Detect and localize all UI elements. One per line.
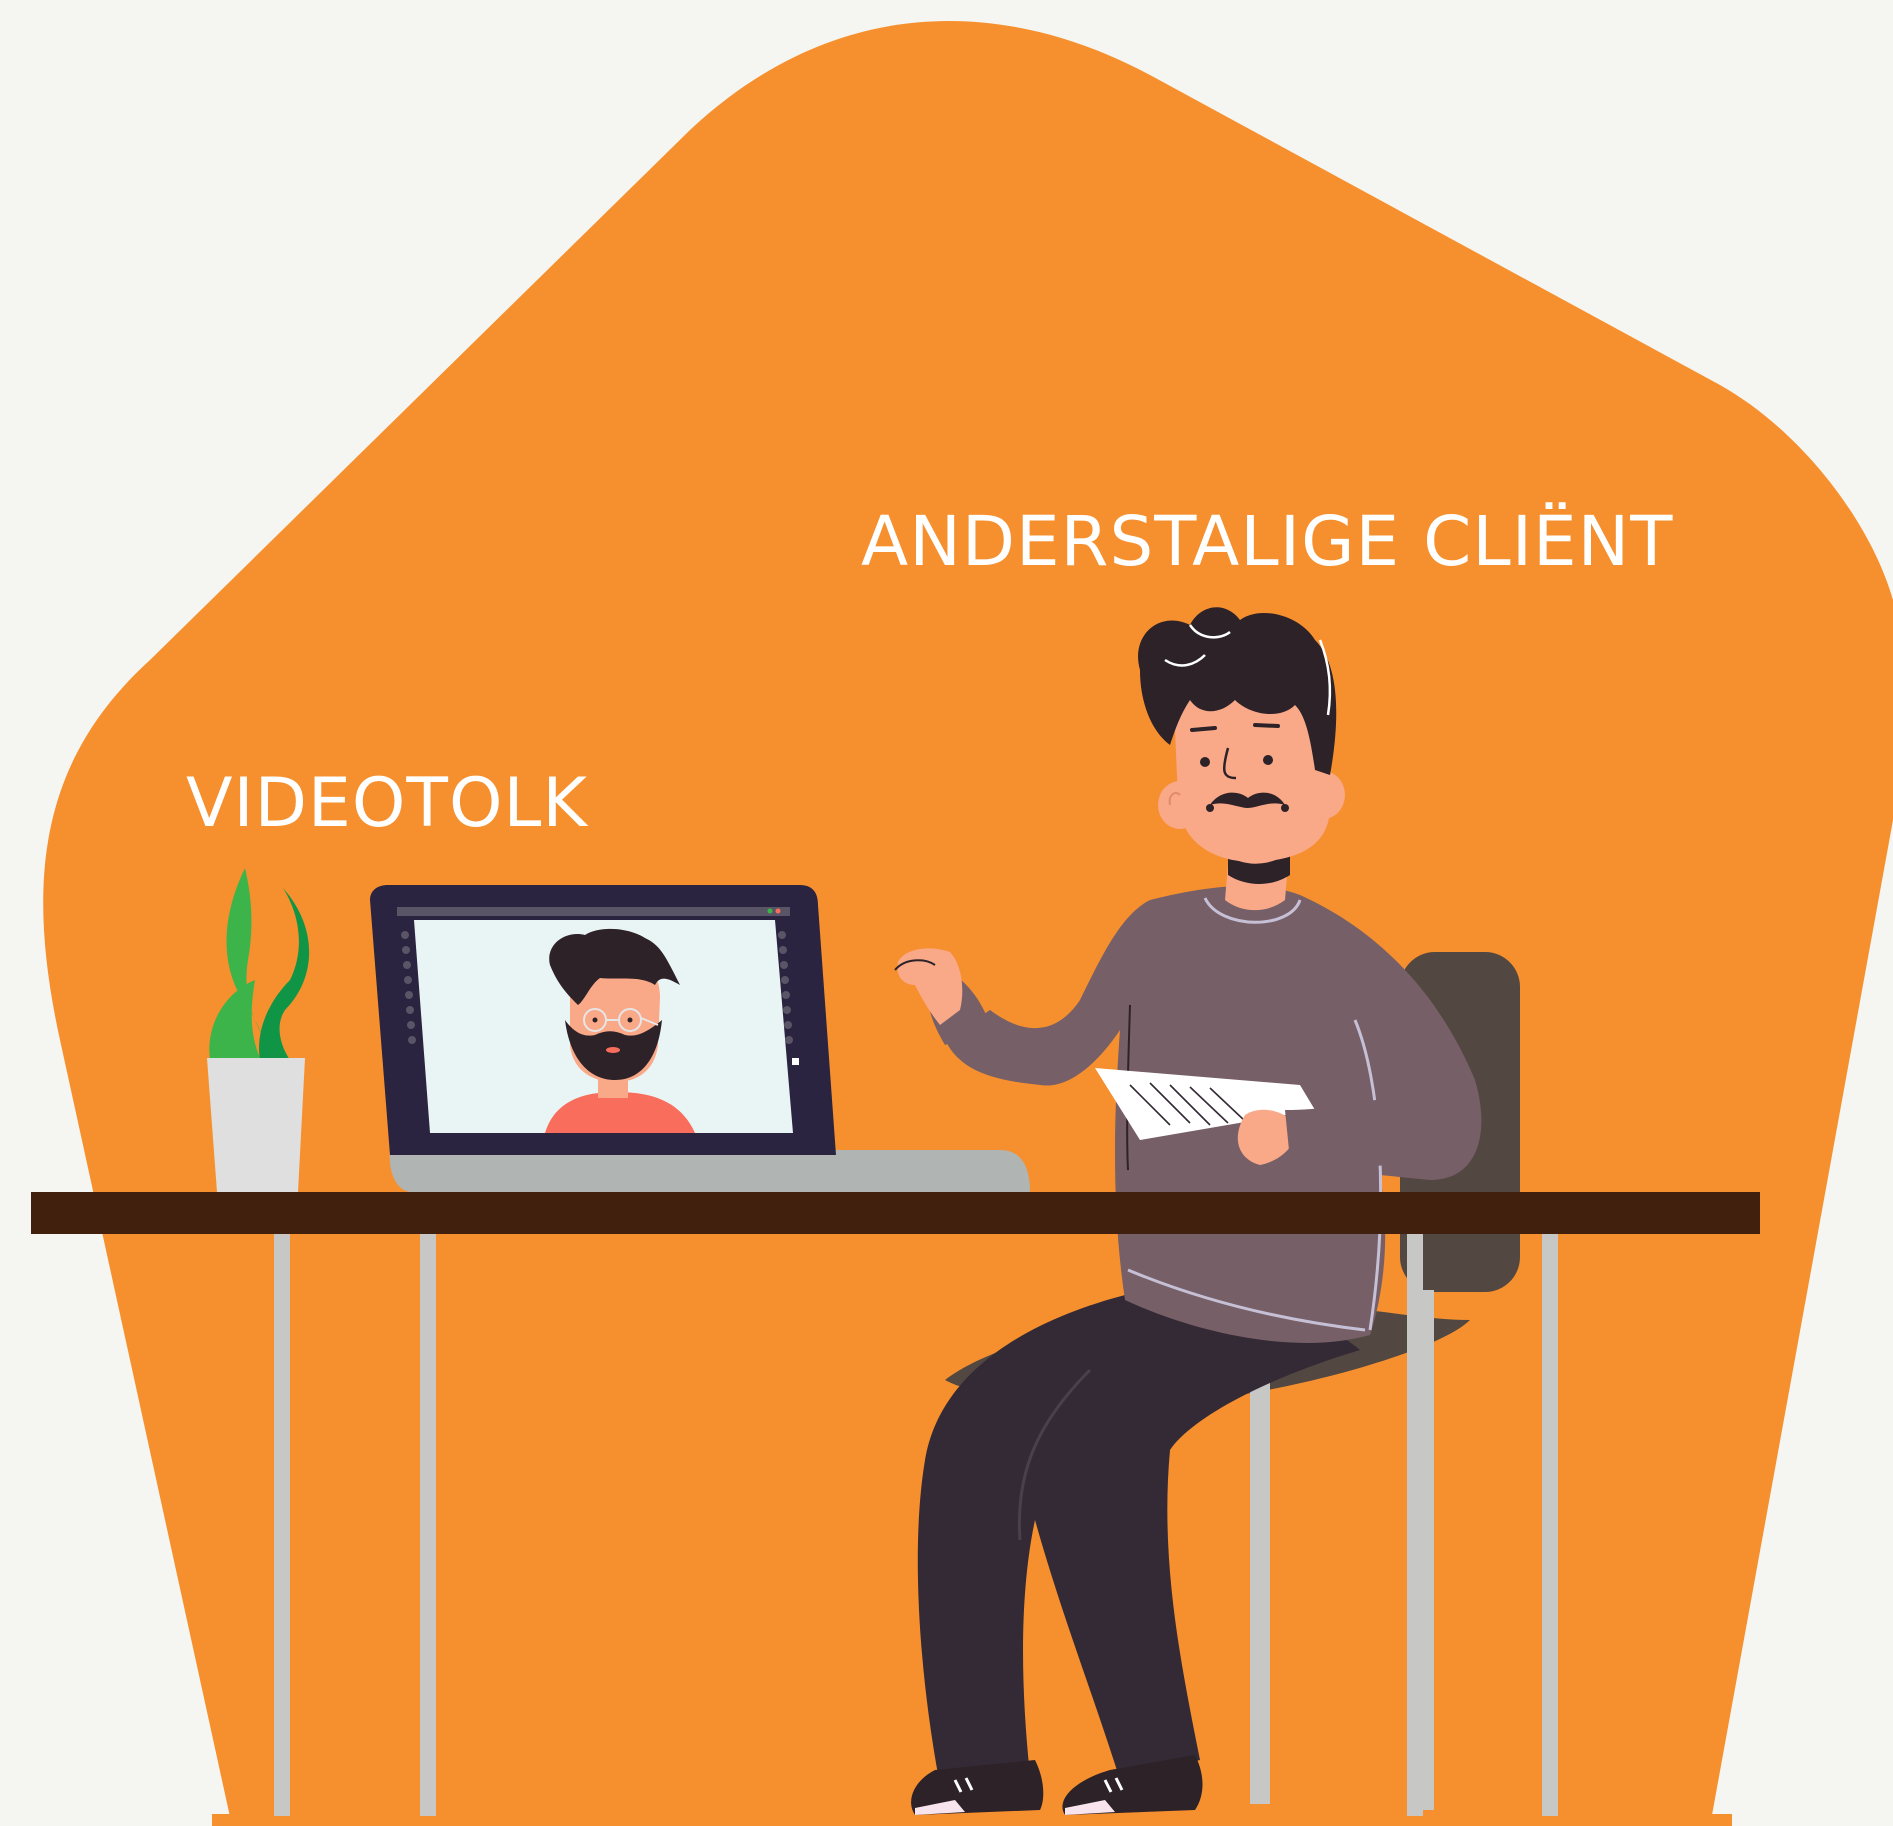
plant-pot bbox=[207, 1058, 305, 1192]
scene-illustration bbox=[31, 21, 1893, 1826]
client-label: ANDERSTALIGE CLIËNT bbox=[861, 502, 1674, 582]
videotolk-label: VIDEOTOLK bbox=[186, 764, 588, 843]
desk-leg-4 bbox=[1542, 1234, 1558, 1816]
desk-top bbox=[31, 1192, 1760, 1234]
desk-leg-3 bbox=[1407, 1234, 1423, 1816]
desk-leg-1 bbox=[274, 1234, 290, 1816]
floor-line bbox=[212, 1814, 1732, 1826]
illustration-stage: VIDEOTOLK ANDERSTALIGE CLIËNT bbox=[0, 0, 1893, 1826]
desk-leg-2 bbox=[420, 1234, 436, 1816]
